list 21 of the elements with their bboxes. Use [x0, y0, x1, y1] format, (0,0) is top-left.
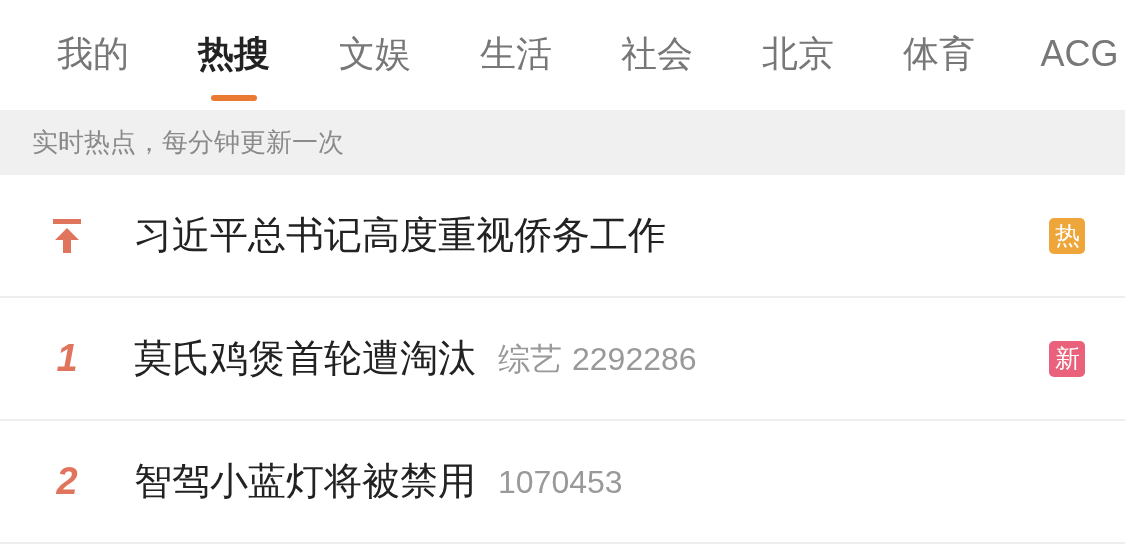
notice-bar: 实时热点，每分钟更新一次 — [0, 110, 1125, 175]
topic-badge: 新 — [1049, 340, 1085, 377]
category-tab[interactable]: 体育 — [868, 0, 1009, 110]
heat-count: 2292286 — [572, 339, 697, 379]
heat-count: 1070453 — [498, 462, 623, 502]
category-tab[interactable]: 社会 — [586, 0, 727, 110]
topic-badge: 热 — [1049, 217, 1085, 254]
topic-title[interactable]: 智驾小蓝灯将被禁用 — [134, 453, 476, 510]
topic-category: 综艺 — [498, 339, 562, 379]
category-tab[interactable]: 文娱 — [304, 0, 445, 110]
topic-title[interactable]: 莫氏鸡煲首轮遭淘汰 — [134, 330, 476, 387]
pin-top-icon — [52, 218, 82, 253]
category-tab[interactable]: 热搜 — [163, 0, 304, 110]
rank-number: 2 — [56, 459, 78, 504]
category-tab[interactable]: 北京 — [727, 0, 868, 110]
category-tab[interactable]: 我的 — [22, 0, 163, 110]
topic-title[interactable]: 习近平总书记高度重视侨务工作 — [134, 207, 666, 264]
category-tab[interactable]: 生活 — [445, 0, 586, 110]
rank-number: 1 — [56, 336, 78, 381]
category-tab[interactable]: ACG — [1009, 0, 1125, 110]
active-indicator — [210, 95, 257, 101]
